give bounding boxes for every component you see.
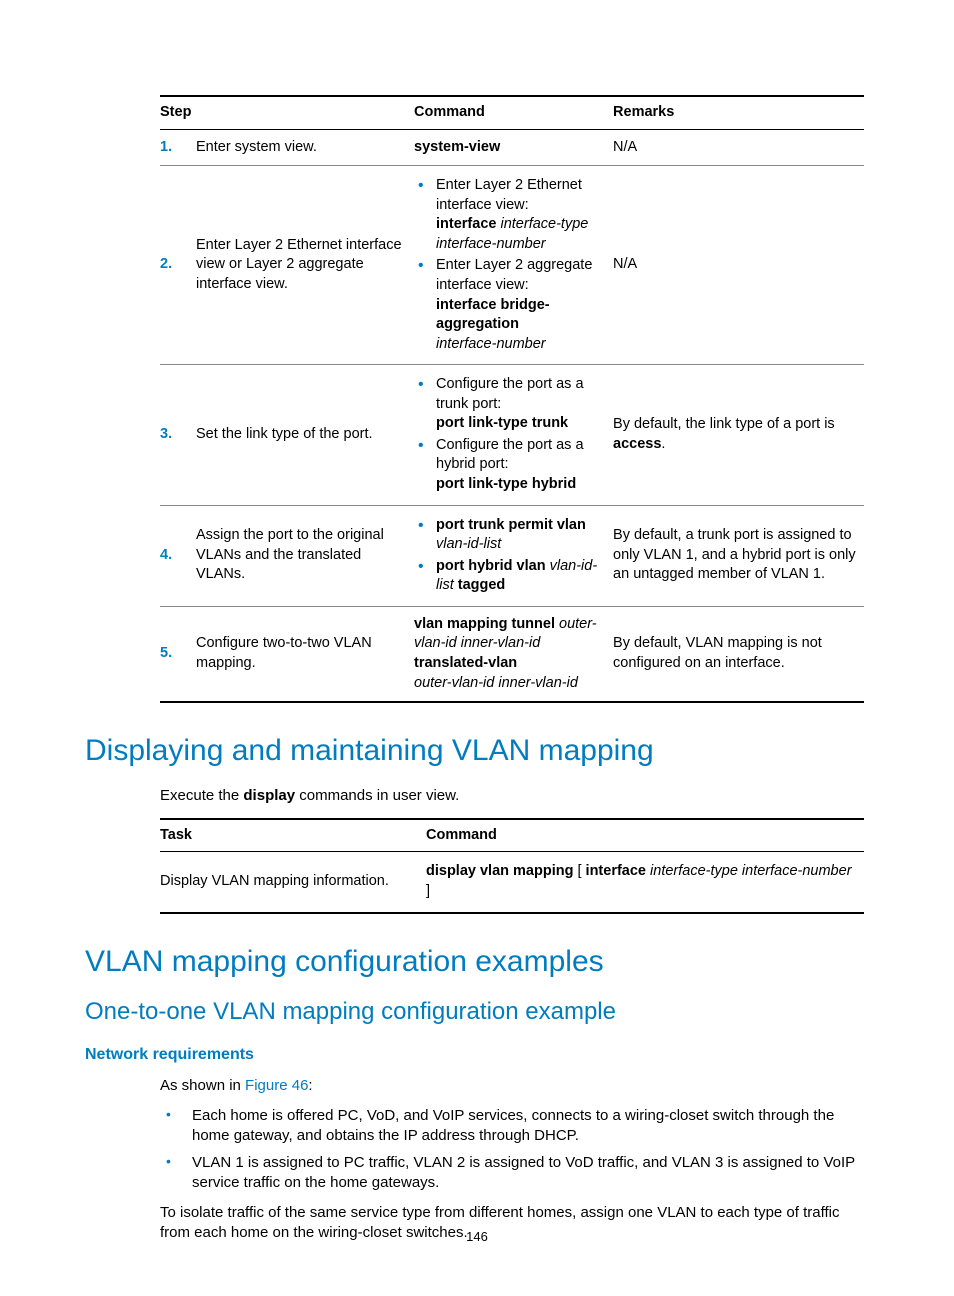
text: Execute the — [160, 787, 243, 804]
heading-network-req: Network requirements — [85, 1044, 864, 1066]
step-number: 5. — [160, 606, 196, 702]
body-block: As shown in Figure 46: Each home is offe… — [160, 1076, 864, 1244]
heading-examples: VLAN mapping configuration examples — [85, 942, 864, 983]
th-step: Step — [160, 96, 414, 129]
cmd-text: [ — [573, 863, 585, 879]
list-item: Each home is offered PC, VoD, and VoIP s… — [160, 1106, 864, 1147]
command-cell: Configure the port as a trunk port: port… — [414, 365, 613, 505]
cmd-italic: interface-number — [436, 336, 546, 352]
cmd-bold: tagged — [458, 577, 506, 593]
th-command: Command — [426, 819, 864, 852]
th-task: Task — [160, 819, 426, 852]
heading-displaying: Displaying and maintaining VLAN mapping — [85, 731, 864, 772]
list-item: port hybrid vlan vlan-id-list tagged — [414, 557, 605, 596]
cmd-italic: interface-type interface-number — [650, 863, 852, 879]
remarks-text: By default, the link type of a port is — [613, 416, 835, 432]
step-text: Set the link type of the port. — [196, 365, 414, 505]
cmd-bold: port link-type trunk — [436, 415, 568, 431]
step-number: 4. — [160, 505, 196, 606]
table-row: Display VLAN mapping information. displa… — [160, 852, 864, 913]
display-table: Task Command Display VLAN mapping inform… — [160, 818, 864, 914]
remarks-cell: By default, VLAN mapping is not configur… — [613, 606, 864, 702]
cmd-bold: port trunk permit vlan — [436, 517, 586, 533]
remarks-cell: By default, a trunk port is assigned to … — [613, 505, 864, 606]
table-row: 3. Set the link type of the port. Config… — [160, 365, 864, 505]
cmd-italic: interface-type — [500, 216, 588, 232]
task-cell: Display VLAN mapping information. — [160, 852, 426, 913]
step-text: Enter system view. — [196, 129, 414, 166]
cmd-lead: Configure the port as a hybrid port: — [436, 437, 584, 473]
step-number: 3. — [160, 365, 196, 505]
cmd-lead: Enter Layer 2 Ethernet interface view: — [436, 177, 582, 213]
page: Step Command Remarks 1. Enter system vie… — [0, 0, 954, 1296]
step-text: Enter Layer 2 Ethernet interface view or… — [196, 166, 414, 365]
paragraph: Execute the display commands in user vie… — [160, 786, 864, 806]
procedure-table: Step Command Remarks 1. Enter system vie… — [160, 95, 864, 703]
cmd-bold: system-view — [414, 139, 500, 155]
th-command: Command — [414, 96, 613, 129]
cmd-bold: display vlan mapping — [426, 863, 573, 879]
figure-link[interactable]: Figure 46 — [245, 1077, 308, 1094]
list-item: VLAN 1 is assigned to PC traffic, VLAN 2… — [160, 1153, 864, 1194]
paragraph: As shown in Figure 46: — [160, 1076, 864, 1096]
command-cell: display vlan mapping [ interface interfa… — [426, 852, 864, 913]
cmd-bold: port hybrid vlan — [436, 558, 546, 574]
cmd-bold: port link-type hybrid — [436, 476, 576, 492]
list-item: Configure the port as a hybrid port: por… — [414, 436, 605, 495]
cmd-bold: translated-vlan — [414, 655, 517, 671]
remarks-cell: N/A — [613, 166, 864, 365]
table-row: 2. Enter Layer 2 Ethernet interface view… — [160, 166, 864, 365]
remarks-bold: access — [613, 436, 661, 452]
cmd-text: ] — [426, 883, 430, 899]
table-row: 5. Configure two-to-two VLAN mapping. vl… — [160, 606, 864, 702]
list-item: Enter Layer 2 aggregate interface view: … — [414, 256, 605, 354]
cmd-italic: outer-vlan-id inner-vlan-id — [414, 675, 578, 691]
cmd-italic: vlan-id-list — [436, 536, 501, 552]
list-item: port trunk permit vlan vlan-id-list — [414, 516, 605, 555]
cmd-lead: Configure the port as a trunk port: — [436, 376, 584, 412]
command-cell: Enter Layer 2 Ethernet interface view: i… — [414, 166, 613, 365]
command-cell: system-view — [414, 129, 613, 166]
remarks-cell: By default, the link type of a port is a… — [613, 365, 864, 505]
table-row: 4. Assign the port to the original VLANs… — [160, 505, 864, 606]
cmd-bold: vlan mapping tunnel — [414, 616, 555, 632]
remarks-text: . — [661, 436, 665, 452]
step-text: Configure two-to-two VLAN mapping. — [196, 606, 414, 702]
th-remarks: Remarks — [613, 96, 864, 129]
text-bold: display — [243, 787, 295, 804]
list-item: Configure the port as a trunk port: port… — [414, 375, 605, 434]
step-number: 1. — [160, 129, 196, 166]
table-row: 1. Enter system view. system-view N/A — [160, 129, 864, 166]
text: : — [308, 1077, 312, 1094]
page-number: 146 — [0, 1228, 954, 1246]
command-cell: vlan mapping tunnel outer-vlan-id inner-… — [414, 606, 613, 702]
cmd-bold: interface — [586, 863, 646, 879]
list-item: Enter Layer 2 Ethernet interface view: i… — [414, 176, 605, 254]
bullet-list: Each home is offered PC, VoD, and VoIP s… — [160, 1106, 864, 1193]
heading-one-to-one: One-to-one VLAN mapping configuration ex… — [85, 996, 864, 1028]
cmd-lead: Enter Layer 2 aggregate interface view: — [436, 257, 592, 293]
step-text: Assign the port to the original VLANs an… — [196, 505, 414, 606]
step-number: 2. — [160, 166, 196, 365]
text: As shown in — [160, 1077, 245, 1094]
cmd-bold: interface bridge-aggregation — [436, 297, 550, 333]
text: commands in user view. — [295, 787, 459, 804]
remarks-cell: N/A — [613, 129, 864, 166]
cmd-bold: interface — [436, 216, 496, 232]
command-cell: port trunk permit vlan vlan-id-list port… — [414, 505, 613, 606]
cmd-italic: interface-number — [436, 236, 546, 252]
